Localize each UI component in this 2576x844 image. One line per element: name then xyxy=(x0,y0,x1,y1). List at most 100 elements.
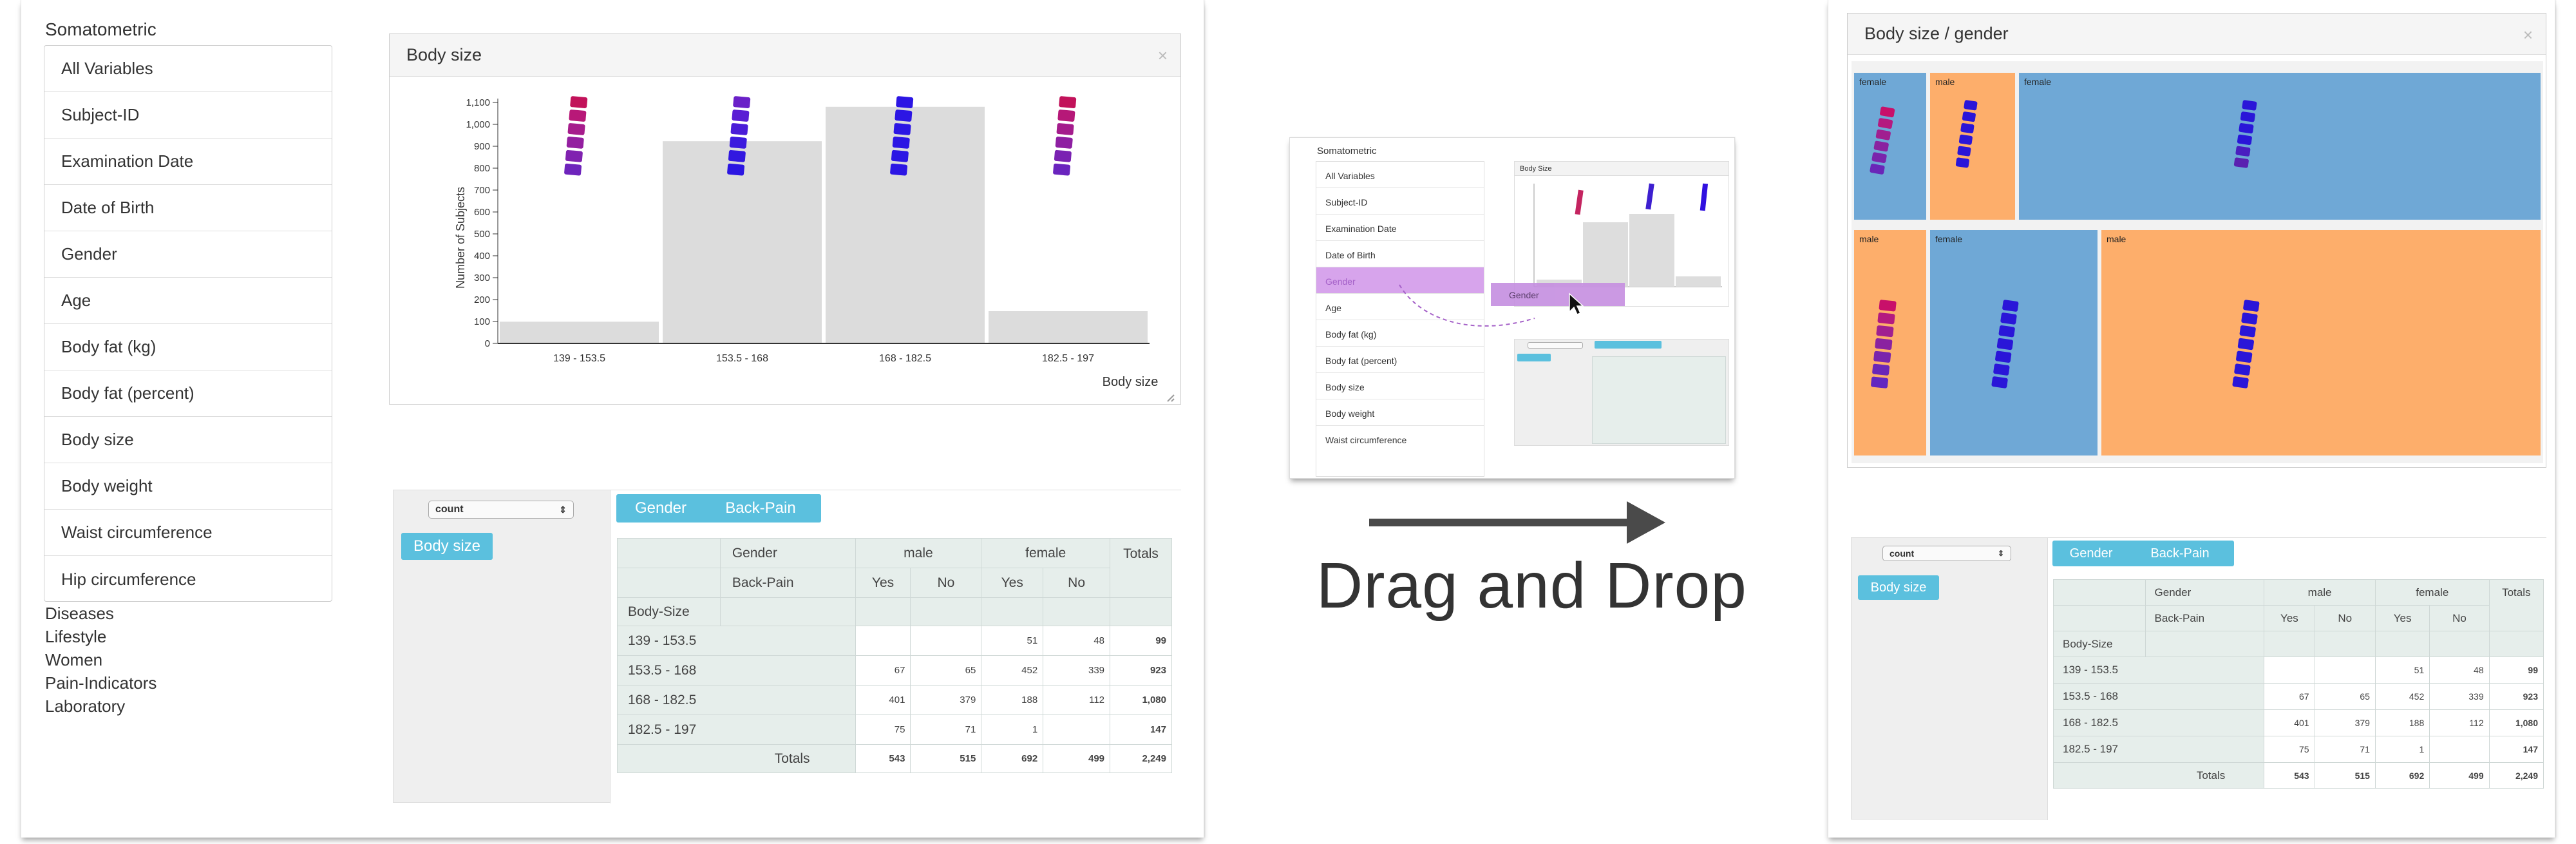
variable-item[interactable]: Hip circumference xyxy=(44,556,332,602)
group-link[interactable]: Diseases xyxy=(45,602,156,625)
table-row: 168 - 182.5 401 379 188 112 1,080 xyxy=(2052,709,2544,736)
chart-panel-title: Body size xyxy=(406,45,482,64)
variable-item[interactable]: Body weight xyxy=(44,463,332,510)
variable-item[interactable]: Body fat (percent) xyxy=(44,370,332,417)
variable-item[interactable]: Date of Birth xyxy=(1316,241,1484,267)
x-tick-label: 153.5 - 168 xyxy=(716,353,768,364)
header-totals: Totals xyxy=(2488,579,2544,631)
table-row: 153.5 - 168 67 65 452 339 923 xyxy=(2052,683,2544,710)
table-row: 182.5 - 197 75 71 1 147 xyxy=(2052,736,2544,763)
header-gender: Gender xyxy=(2145,579,2265,606)
arrow-right-icon xyxy=(1627,501,1665,544)
drag-and-drop-caption: Drag and Drop xyxy=(1316,550,1747,622)
variable-item[interactable]: Subject-ID xyxy=(44,92,332,139)
cursor-icon xyxy=(1569,293,1584,315)
mosaic-panel-title: Body size / gender xyxy=(1864,24,2009,43)
resize-handle-icon[interactable] xyxy=(1167,394,1175,402)
y-tick-label: 100 xyxy=(474,316,490,327)
spine-glyph-icons xyxy=(1870,100,2260,388)
header-bodysize: Body-Size xyxy=(2053,631,2146,657)
table-row: 139 - 153.5 51 48 99 xyxy=(617,626,1172,656)
column-attr-backpain[interactable]: Back-Pain xyxy=(2128,543,2231,564)
header-female: female xyxy=(2374,579,2490,606)
column-attr-backpain[interactable]: Back-Pain xyxy=(703,497,819,520)
chart-panel-header: Body size × xyxy=(390,34,1180,77)
row-attr-bodysize[interactable]: Body size xyxy=(401,533,493,560)
x-tick-label: 168 - 182.5 xyxy=(879,353,931,364)
variable-item[interactable]: Body size xyxy=(1316,373,1484,399)
variable-item[interactable]: Examination Date xyxy=(1316,215,1484,241)
variable-item[interactable]: Body weight xyxy=(1316,399,1484,426)
table-row: 168 - 182.5 401 379 188 112 1,080 xyxy=(617,685,1172,715)
mosaic-panel: Body size / gender × female male female … xyxy=(1847,13,2546,468)
y-tick-label: 700 xyxy=(474,185,490,196)
group-link[interactable]: Women xyxy=(45,648,156,671)
select-arrows-icon: ⇕ xyxy=(1997,549,2004,558)
close-icon[interactable]: × xyxy=(2523,25,2533,45)
totals-row: Totals 543 515 692 499 2,249 xyxy=(617,744,1172,773)
y-tick-label: 900 xyxy=(474,141,490,152)
variable-item[interactable]: Body fat (kg) xyxy=(44,324,332,370)
pivot-table: Gender male female Totals Back-Pain Yes … xyxy=(2052,579,2544,789)
spine-glyph xyxy=(564,96,588,176)
variable-item[interactable]: Body size xyxy=(44,417,332,463)
mosaic-panel-header: Body size / gender × xyxy=(1848,14,2546,55)
variable-item[interactable]: Examination Date xyxy=(44,139,332,185)
mini-row-attribute[interactable] xyxy=(1517,354,1551,361)
spine-glyph xyxy=(1053,96,1077,176)
table-row: 153.5 - 168 67 65 452 339 923 xyxy=(617,655,1172,686)
pivot-table: Gender male female Totals Back-Pain Yes … xyxy=(617,538,1172,773)
header-male: male xyxy=(2264,579,2376,606)
y-tick-label: 0 xyxy=(485,338,490,349)
variable-item[interactable]: All Variables xyxy=(44,46,332,92)
header-yes: Yes xyxy=(855,568,911,598)
variable-item[interactable]: Age xyxy=(44,278,332,324)
variable-item[interactable]: Date of Birth xyxy=(44,185,332,231)
mini-panel-title: Body Size xyxy=(1515,162,1728,176)
aggregator-select[interactable]: count ⇕ xyxy=(1882,546,2011,561)
row-attr-bodysize[interactable]: Body size xyxy=(1858,575,1939,600)
variable-item[interactable]: Waist circumference xyxy=(44,510,332,556)
bar-chart: 0 100 200 300 400 500 600 700 800 900 1,000 1,100 1… xyxy=(454,96,1175,402)
header-gender: Gender xyxy=(719,538,856,568)
y-tick-label: 400 xyxy=(474,251,490,262)
y-tick-label: 300 xyxy=(474,273,490,283)
x-axis-label: Body size xyxy=(1103,375,1159,389)
group-link[interactable]: Pain-Indicators xyxy=(45,671,156,695)
variable-groups: Diseases Lifestyle Women Pain-Indicators… xyxy=(45,602,156,718)
column-attr-gender[interactable]: Gender xyxy=(2054,543,2128,564)
header-no: No xyxy=(2429,605,2490,631)
aggregator-select[interactable]: count ⇕ xyxy=(428,501,574,519)
y-tick-label: 800 xyxy=(474,163,490,174)
column-attr-gender[interactable]: Gender xyxy=(619,497,703,520)
variable-item[interactable]: Gender xyxy=(44,231,332,278)
header-male: male xyxy=(855,538,982,568)
mini-column-attributes[interactable] xyxy=(1595,341,1662,349)
variable-item[interactable]: Subject-ID xyxy=(1316,188,1484,215)
header-no: No xyxy=(2314,605,2376,631)
category-title: Somatometric xyxy=(45,19,156,39)
group-link[interactable]: Laboratory xyxy=(45,695,156,718)
mosaic-plot: female male female male female male xyxy=(1852,61,2543,463)
variable-list: All Variables Subject-ID Examination Dat… xyxy=(44,45,332,602)
y-tick-label: 200 xyxy=(474,294,490,305)
mini-table-icon xyxy=(1592,356,1726,444)
variable-item[interactable]: All Variables xyxy=(1316,162,1484,188)
table-row: 139 - 153.5 51 48 99 xyxy=(2052,657,2544,684)
aggregator-value: count xyxy=(435,504,464,515)
bar[interactable] xyxy=(500,321,659,343)
header-yes: Yes xyxy=(2374,605,2430,631)
table-row: 182.5 - 197 75 71 1 147 xyxy=(617,715,1172,745)
header-female: female xyxy=(981,538,1111,568)
header-yes: Yes xyxy=(981,568,1044,598)
variable-item[interactable]: Body fat (percent) xyxy=(1316,347,1484,373)
group-link[interactable]: Lifestyle xyxy=(45,625,156,648)
select-arrows-icon: ⇕ xyxy=(559,504,567,515)
close-icon[interactable]: × xyxy=(1158,46,1168,66)
chart-panel: Body size × 0 100 200 300 400 500 600 700 800 900… xyxy=(389,34,1181,405)
drag-drop-screenshot: Somatometric All Variables Subject-ID Ex… xyxy=(1289,137,1735,479)
bar[interactable] xyxy=(989,311,1148,343)
header-backpain: Back-Pain xyxy=(719,568,856,598)
variable-item[interactable]: Waist circumference xyxy=(1316,426,1484,452)
dragged-variable[interactable]: Gender xyxy=(1491,283,1625,306)
